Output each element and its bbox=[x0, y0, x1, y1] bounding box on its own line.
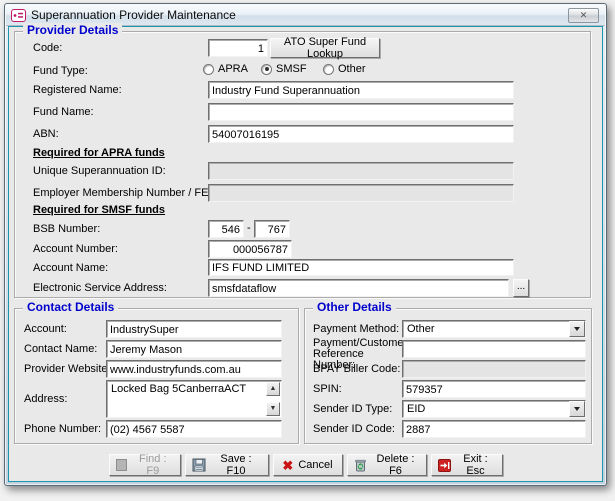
find-button: Find : F9 bbox=[109, 454, 181, 476]
app-icon bbox=[11, 9, 26, 22]
provider-details-group: Provider Details Code: ATO Super Fund Lo… bbox=[14, 31, 591, 298]
provider-details-title: Provider Details bbox=[23, 23, 122, 37]
sender-id-type-label: Sender ID Type: bbox=[313, 403, 392, 415]
save-button-label: Save : F10 bbox=[211, 453, 262, 477]
payment-reference-input[interactable] bbox=[402, 340, 586, 358]
dropdown-arrow-icon bbox=[574, 327, 580, 331]
provider-website-label: Provider Website: bbox=[24, 363, 111, 375]
contact-name-label: Contact Name: bbox=[24, 343, 97, 355]
radio-apra-label: APRA bbox=[218, 63, 248, 75]
exit-icon bbox=[438, 459, 451, 472]
delete-button-label: Delete : F6 bbox=[372, 453, 420, 477]
bsb-input-1[interactable] bbox=[208, 220, 244, 238]
address-textarea[interactable]: Locked Bag 5CanberraACT ▲ ▼ bbox=[106, 380, 282, 418]
radio-apra-circle-icon bbox=[203, 64, 214, 75]
fund-name-input[interactable] bbox=[208, 103, 514, 121]
sender-id-type-value: EID bbox=[407, 403, 425, 415]
other-details-title: Other Details bbox=[313, 300, 396, 314]
registered-name-label: Registered Name: bbox=[33, 84, 122, 96]
sender-id-code-input[interactable] bbox=[402, 420, 586, 438]
save-icon bbox=[192, 458, 206, 472]
payment-method-dropdown-button[interactable] bbox=[569, 321, 585, 337]
bsb-input-2[interactable] bbox=[254, 220, 290, 238]
address-scroll-down-button[interactable]: ▼ bbox=[266, 402, 280, 416]
code-input[interactable] bbox=[208, 39, 268, 57]
cancel-button-label: Cancel bbox=[298, 459, 332, 471]
exit-button-label: Exit : Esc bbox=[456, 453, 496, 477]
contact-details-title: Contact Details bbox=[23, 300, 118, 314]
bsb-separator: - bbox=[247, 222, 251, 234]
radio-apra[interactable]: APRA bbox=[203, 63, 248, 75]
radio-other-label: Other bbox=[338, 63, 366, 75]
sender-id-type-dropdown-button[interactable] bbox=[569, 401, 585, 417]
scroll-down-icon: ▼ bbox=[270, 405, 277, 412]
ato-super-fund-lookup-button[interactable]: ATO Super Fund Lookup bbox=[270, 38, 380, 58]
abn-label: ABN: bbox=[33, 128, 59, 140]
code-label: Code: bbox=[33, 42, 62, 54]
account-input[interactable] bbox=[106, 320, 282, 338]
exit-button[interactable]: Exit : Esc bbox=[431, 454, 503, 476]
abn-input[interactable] bbox=[208, 125, 514, 143]
radio-other[interactable]: Other bbox=[323, 63, 366, 75]
sender-id-type-select[interactable]: EID bbox=[402, 400, 586, 418]
dropdown-arrow-icon bbox=[574, 407, 580, 411]
save-button[interactable]: Save : F10 bbox=[185, 454, 269, 476]
esa-browse-button[interactable]: ... bbox=[513, 279, 529, 297]
address-scroll-up-button[interactable]: ▲ bbox=[266, 382, 280, 396]
address-text: Locked Bag 5CanberraACT bbox=[111, 383, 263, 396]
esa-input[interactable] bbox=[208, 279, 509, 297]
registered-name-input[interactable] bbox=[208, 81, 514, 99]
spin-input[interactable] bbox=[402, 380, 586, 398]
smsf-section-heading: Required for SMSF funds bbox=[33, 204, 165, 216]
dialog-window: Superannuation Provider Maintenance ✕ Pr… bbox=[4, 3, 607, 486]
other-details-group: Other Details Payment Method: Other Paym… bbox=[304, 308, 592, 444]
account-name-input[interactable] bbox=[208, 259, 514, 276]
dialog-client-area: Provider Details Code: ATO Super Fund Lo… bbox=[8, 26, 603, 482]
employer-membership-input bbox=[208, 184, 514, 202]
spin-label: SPIN: bbox=[313, 383, 342, 395]
apra-section-heading: Required for APRA funds bbox=[33, 147, 165, 159]
radio-smsf-circle-icon bbox=[261, 64, 272, 75]
cancel-icon: ✖ bbox=[282, 459, 293, 472]
usi-label: Unique Superannuation ID: bbox=[33, 165, 166, 177]
radio-other-circle-icon bbox=[323, 64, 334, 75]
phone-number-input[interactable] bbox=[106, 420, 282, 438]
bsb-number-label: BSB Number: bbox=[33, 223, 100, 235]
radio-smsf[interactable]: SMSF bbox=[261, 63, 307, 75]
radio-smsf-label: SMSF bbox=[276, 63, 307, 75]
payment-method-select[interactable]: Other bbox=[402, 320, 586, 338]
sender-id-code-label: Sender ID Code: bbox=[313, 423, 395, 435]
bpay-biller-code-label: BPAY Biller Code: bbox=[313, 363, 400, 375]
usi-input bbox=[208, 162, 514, 180]
address-label: Address: bbox=[24, 393, 67, 405]
action-button-row: Find : F9 Save : F10 ✖ Cancel bbox=[9, 454, 602, 476]
close-button[interactable]: ✕ bbox=[568, 8, 599, 23]
find-button-label: Find : F9 bbox=[132, 453, 173, 477]
window-title: Superannuation Provider Maintenance bbox=[31, 8, 563, 22]
bpay-biller-code-input bbox=[402, 360, 586, 378]
account-number-input[interactable] bbox=[208, 240, 292, 258]
payment-method-value: Other bbox=[407, 323, 435, 335]
esa-label: Electronic Service Address: bbox=[33, 282, 167, 294]
contact-name-input[interactable] bbox=[106, 340, 282, 358]
delete-button[interactable]: Delete : F6 bbox=[347, 454, 427, 476]
account-label: Account: bbox=[24, 323, 67, 335]
fund-name-label: Fund Name: bbox=[33, 106, 94, 118]
delete-icon bbox=[354, 458, 367, 472]
find-icon bbox=[116, 459, 128, 471]
contact-details-group: Contact Details Account: Contact Name: P… bbox=[14, 308, 299, 444]
phone-number-label: Phone Number: bbox=[24, 423, 101, 435]
close-icon: ✕ bbox=[580, 10, 588, 20]
employer-membership-label: Employer Membership Number / FEN: bbox=[33, 187, 219, 199]
account-number-label: Account Number: bbox=[33, 243, 118, 255]
cancel-button[interactable]: ✖ Cancel bbox=[273, 454, 343, 476]
fund-type-label: Fund Type: bbox=[33, 65, 88, 77]
account-name-label: Account Name: bbox=[33, 262, 108, 274]
payment-method-label: Payment Method: bbox=[313, 323, 399, 335]
scroll-up-icon: ▲ bbox=[270, 385, 277, 392]
provider-website-input[interactable] bbox=[106, 360, 282, 378]
